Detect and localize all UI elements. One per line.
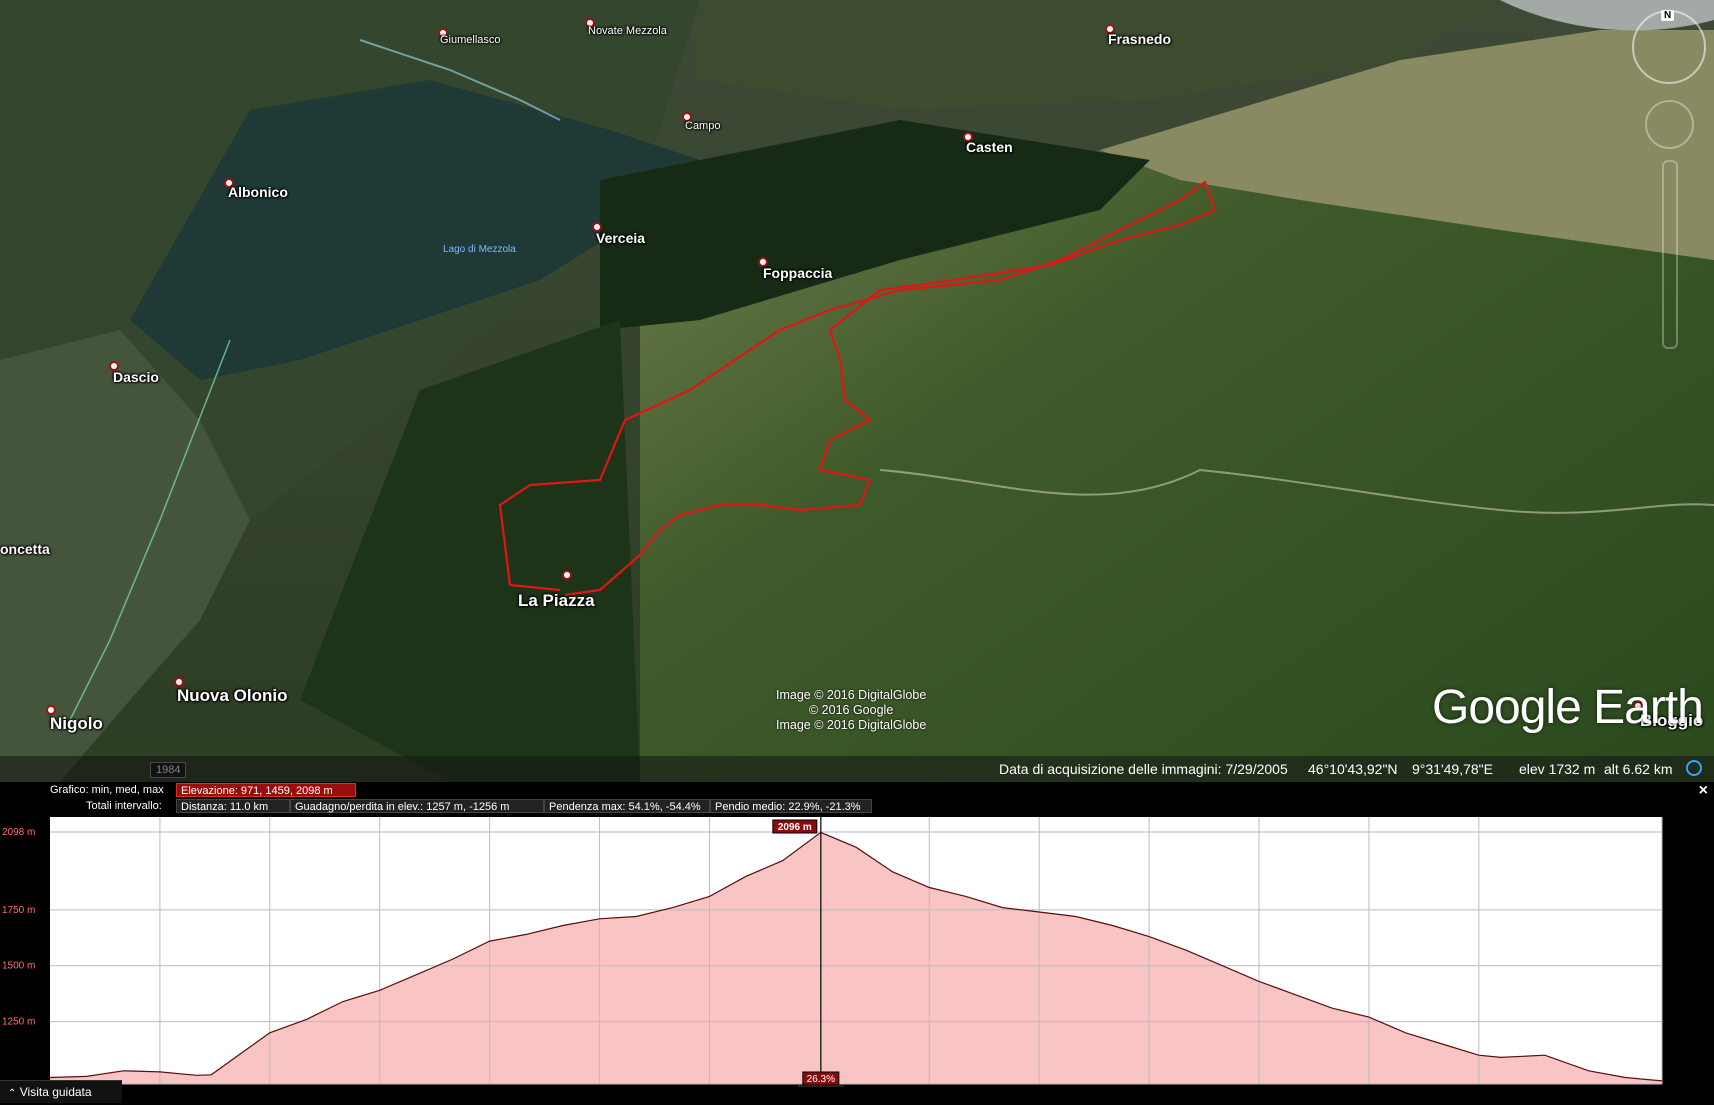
y-tick-label: 2098 m <box>2 827 35 838</box>
status-bar: Data di acquisizione delle immagini: 7/2… <box>0 756 1714 782</box>
place-label: Nigolo <box>50 714 103 733</box>
look-joystick[interactable] <box>1645 100 1694 149</box>
guided-tour-button[interactable]: ⌃ Visita guidata <box>0 1080 122 1103</box>
north-label: N <box>1661 10 1675 21</box>
place-label: Frasnedo <box>1108 31 1172 47</box>
credit-line: Image © 2016 DigitalGlobe <box>776 688 927 702</box>
cursor-elevation-label: 2096 m <box>778 822 812 833</box>
place-label: Foppaccia <box>763 265 833 281</box>
place-label: Verceia <box>596 230 646 246</box>
longitude-readout: 9°31'49,78"E <box>1412 761 1493 777</box>
guided-tour-label: Visita guidata <box>19 1085 92 1099</box>
chevron-up-icon: ⌃ <box>8 1088 17 1099</box>
y-tick-label: 1250 m <box>2 1017 35 1028</box>
elevation-readout: elev 1732 m <box>1519 761 1596 777</box>
place-label: Giumellasco <box>440 34 501 46</box>
altitude-readout: alt 6.62 km <box>1604 761 1673 777</box>
place-label: La Piazza <box>518 591 595 610</box>
y-tick-label: 1750 m <box>2 905 35 916</box>
terrain-imagery <box>0 0 1714 782</box>
cursor-slope-label: 26.3% <box>807 1074 835 1085</box>
imagery-credits: Image © 2016 DigitalGlobe © 2016 Google … <box>776 688 926 733</box>
elevation-profile-chart[interactable]: 2098 m1750 m1500 m1250 m971 m0.75 km1.5 … <box>0 802 1714 1087</box>
elevation-summary: Elevazione: 971, 1459, 2098 m <box>176 783 356 797</box>
place-label: Novate Mezzola <box>588 25 667 37</box>
compass-control[interactable]: N <box>1632 10 1706 84</box>
google-earth-logo: Google Earth <box>1432 681 1704 734</box>
credit-line: Image © 2016 DigitalGlobe <box>776 718 927 732</box>
latitude-readout: 46°10'43,92"N <box>1308 761 1398 777</box>
acquisition-date: Data di acquisizione delle immagini: 7/2… <box>999 761 1288 777</box>
place-label: Dascio <box>113 369 159 385</box>
place-label: Nuova Olonio <box>177 686 288 705</box>
y-tick-label: 1500 m <box>2 961 35 972</box>
credit-line: © 2016 Google <box>809 703 894 717</box>
cursor-distance-box <box>798 1085 844 1087</box>
place-label: oncetta <box>0 541 50 557</box>
elevation-profile-panel: Grafico: min, med, max Elevazione: 971, … <box>0 782 1714 1103</box>
lake-label: Lago di Mezzola <box>443 244 516 255</box>
place-label: Campo <box>685 120 721 132</box>
graph-label: Grafico: min, med, max <box>50 784 164 796</box>
place-label: Albonico <box>228 184 288 200</box>
satellite-map-view[interactable]: N Giumellasco Novate Mezzola Frasnedo Ca… <box>0 0 1714 782</box>
place-marker <box>562 570 572 580</box>
close-profile-button[interactable]: × <box>1699 782 1708 800</box>
zoom-slider[interactable] <box>1662 160 1678 349</box>
place-label: Casten <box>966 139 1013 155</box>
streaming-indicator-icon <box>1686 760 1702 776</box>
